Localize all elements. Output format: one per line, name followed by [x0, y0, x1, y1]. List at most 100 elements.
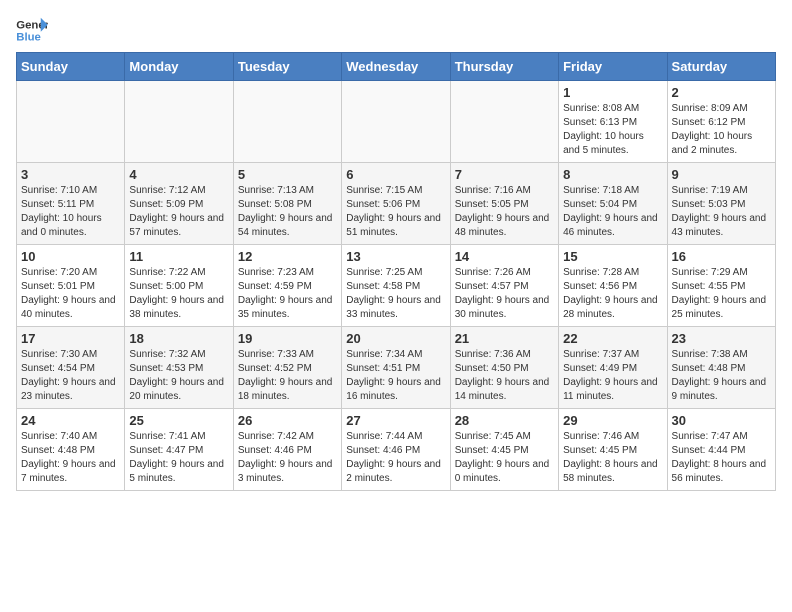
calendar-cell: 21 Sunrise: 7:36 AM Sunset: 4:50 PM Dayli… [450, 327, 558, 409]
day-info: Sunrise: 7:38 AM Sunset: 4:48 PM Dayligh… [672, 348, 771, 404]
column-header-thursday: Thursday [450, 53, 558, 81]
column-header-wednesday: Wednesday [342, 53, 450, 81]
day-info: Sunrise: 7:26 AM Sunset: 4:57 PM Dayligh… [455, 266, 554, 322]
day-number: 14 [455, 249, 554, 264]
day-info: Sunrise: 7:40 AM Sunset: 4:48 PM Dayligh… [21, 430, 120, 486]
day-info: Sunrise: 7:12 AM Sunset: 5:09 PM Dayligh… [129, 184, 228, 240]
day-info: Sunrise: 7:30 AM Sunset: 4:54 PM Dayligh… [21, 348, 120, 404]
calendar-cell: 28Sunrise: 7:45 AM Sunset: 4:45 PM Dayli… [450, 409, 558, 491]
calendar-cell: 7 Sunrise: 7:16 AM Sunset: 5:05 PM Daylig… [450, 163, 558, 245]
day-number: 25 [129, 413, 228, 428]
day-number: 9 [672, 167, 771, 182]
calendar-cell: 25 Sunrise: 7:41 AM Sunset: 4:47 PM Dayli… [125, 409, 233, 491]
calendar-cell: 6 Sunrise: 7:15 AM Sunset: 5:06 PM Daylig… [342, 163, 450, 245]
calendar-cell: 2Sunrise: 8:09 AM Sunset: 6:12 PM Daylig… [667, 81, 775, 163]
calendar-cell: 29 Sunrise: 7:46 AM Sunset: 4:45 PM Dayli… [559, 409, 667, 491]
calendar-cell: 13Sunrise: 7:25 AM Sunset: 4:58 PM Dayli… [342, 245, 450, 327]
day-number: 4 [129, 167, 228, 182]
day-number: 23 [672, 331, 771, 346]
day-number: 24 [21, 413, 120, 428]
day-number: 20 [346, 331, 445, 346]
day-number: 3 [21, 167, 120, 182]
calendar-cell: 5 Sunrise: 7:13 AM Sunset: 5:08 PM Daylig… [233, 163, 341, 245]
day-info: Sunrise: 7:20 AM Sunset: 5:01 PM Dayligh… [21, 266, 120, 322]
header: General Blue [16, 16, 776, 44]
day-info: Sunrise: 7:10 AM Sunset: 5:11 PM Dayligh… [21, 184, 120, 240]
day-number: 12 [238, 249, 337, 264]
calendar-cell: 1Sunrise: 8:08 AM Sunset: 6:13 PM Daylig… [559, 81, 667, 163]
day-number: 22 [563, 331, 662, 346]
calendar-row-4: 24 Sunrise: 7:40 AM Sunset: 4:48 PM Dayli… [17, 409, 776, 491]
day-info: Sunrise: 7:13 AM Sunset: 5:08 PM Dayligh… [238, 184, 337, 240]
day-info: Sunrise: 7:28 AM Sunset: 4:56 PM Dayligh… [563, 266, 662, 322]
day-info: Sunrise: 7:23 AM Sunset: 4:59 PM Dayligh… [238, 266, 337, 322]
column-header-friday: Friday [559, 53, 667, 81]
svg-text:Blue: Blue [16, 32, 41, 44]
day-info: Sunrise: 7:18 AM Sunset: 5:04 PM Dayligh… [563, 184, 662, 240]
day-info: Sunrise: 8:09 AM Sunset: 6:12 PM Dayligh… [672, 102, 771, 158]
day-info: Sunrise: 7:15 AM Sunset: 5:06 PM Dayligh… [346, 184, 445, 240]
column-header-saturday: Saturday [667, 53, 775, 81]
calendar-cell: 12 Sunrise: 7:23 AM Sunset: 4:59 PM Dayli… [233, 245, 341, 327]
day-number: 7 [455, 167, 554, 182]
calendar-table: SundayMondayTuesdayWednesdayThursdayFrid… [16, 52, 776, 491]
day-info: Sunrise: 7:22 AM Sunset: 5:00 PM Dayligh… [129, 266, 228, 322]
calendar-cell: 19 Sunrise: 7:33 AM Sunset: 4:52 PM Dayli… [233, 327, 341, 409]
day-info: Sunrise: 7:29 AM Sunset: 4:55 PM Dayligh… [672, 266, 771, 322]
day-number: 21 [455, 331, 554, 346]
day-number: 5 [238, 167, 337, 182]
calendar-cell [17, 81, 125, 163]
calendar-cell: 26Sunrise: 7:42 AM Sunset: 4:46 PM Dayli… [233, 409, 341, 491]
day-number: 17 [21, 331, 120, 346]
calendar-row-0: 1Sunrise: 8:08 AM Sunset: 6:13 PM Daylig… [17, 81, 776, 163]
calendar-cell: 8 Sunrise: 7:18 AM Sunset: 5:04 PM Daylig… [559, 163, 667, 245]
day-info: Sunrise: 7:33 AM Sunset: 4:52 PM Dayligh… [238, 348, 337, 404]
calendar-cell: 3 Sunrise: 7:10 AM Sunset: 5:11 PM Daylig… [17, 163, 125, 245]
day-info: Sunrise: 7:25 AM Sunset: 4:58 PM Dayligh… [346, 266, 445, 322]
day-number: 15 [563, 249, 662, 264]
calendar-cell: 23 Sunrise: 7:38 AM Sunset: 4:48 PM Dayli… [667, 327, 775, 409]
day-number: 30 [672, 413, 771, 428]
calendar-cell: 11Sunrise: 7:22 AM Sunset: 5:00 PM Dayli… [125, 245, 233, 327]
calendar-cell: 22 Sunrise: 7:37 AM Sunset: 4:49 PM Dayli… [559, 327, 667, 409]
calendar-cell: 10 Sunrise: 7:20 AM Sunset: 5:01 PM Dayli… [17, 245, 125, 327]
day-info: Sunrise: 7:41 AM Sunset: 4:47 PM Dayligh… [129, 430, 228, 486]
day-number: 27 [346, 413, 445, 428]
day-info: Sunrise: 7:32 AM Sunset: 4:53 PM Dayligh… [129, 348, 228, 404]
calendar-row-2: 10 Sunrise: 7:20 AM Sunset: 5:01 PM Dayli… [17, 245, 776, 327]
calendar-row-3: 17 Sunrise: 7:30 AM Sunset: 4:54 PM Dayli… [17, 327, 776, 409]
calendar-cell: 20 Sunrise: 7:34 AM Sunset: 4:51 PM Dayli… [342, 327, 450, 409]
logo-icon: General Blue [16, 16, 48, 44]
column-header-sunday: Sunday [17, 53, 125, 81]
calendar-cell: 24 Sunrise: 7:40 AM Sunset: 4:48 PM Dayli… [17, 409, 125, 491]
calendar-cell: 4 Sunrise: 7:12 AM Sunset: 5:09 PM Daylig… [125, 163, 233, 245]
day-number: 29 [563, 413, 662, 428]
day-number: 8 [563, 167, 662, 182]
day-info: Sunrise: 7:44 AM Sunset: 4:46 PM Dayligh… [346, 430, 445, 486]
column-header-monday: Monday [125, 53, 233, 81]
calendar-cell [450, 81, 558, 163]
day-info: Sunrise: 8:08 AM Sunset: 6:13 PM Dayligh… [563, 102, 662, 158]
day-number: 19 [238, 331, 337, 346]
calendar-cell: 14 Sunrise: 7:26 AM Sunset: 4:57 PM Dayli… [450, 245, 558, 327]
calendar-header-row: SundayMondayTuesdayWednesdayThursdayFrid… [17, 53, 776, 81]
day-number: 18 [129, 331, 228, 346]
day-info: Sunrise: 7:47 AM Sunset: 4:44 PM Dayligh… [672, 430, 771, 486]
day-number: 10 [21, 249, 120, 264]
day-info: Sunrise: 7:37 AM Sunset: 4:49 PM Dayligh… [563, 348, 662, 404]
calendar-cell [233, 81, 341, 163]
day-info: Sunrise: 7:46 AM Sunset: 4:45 PM Dayligh… [563, 430, 662, 486]
column-header-tuesday: Tuesday [233, 53, 341, 81]
logo: General Blue [16, 16, 48, 44]
calendar-cell: 16Sunrise: 7:29 AM Sunset: 4:55 PM Dayli… [667, 245, 775, 327]
day-info: Sunrise: 7:16 AM Sunset: 5:05 PM Dayligh… [455, 184, 554, 240]
calendar-cell [125, 81, 233, 163]
day-info: Sunrise: 7:19 AM Sunset: 5:03 PM Dayligh… [672, 184, 771, 240]
day-info: Sunrise: 7:36 AM Sunset: 4:50 PM Dayligh… [455, 348, 554, 404]
day-info: Sunrise: 7:34 AM Sunset: 4:51 PM Dayligh… [346, 348, 445, 404]
calendar-cell: 18 Sunrise: 7:32 AM Sunset: 4:53 PM Dayli… [125, 327, 233, 409]
day-number: 6 [346, 167, 445, 182]
day-info: Sunrise: 7:45 AM Sunset: 4:45 PM Dayligh… [455, 430, 554, 486]
calendar-cell: 30 Sunrise: 7:47 AM Sunset: 4:44 PM Dayli… [667, 409, 775, 491]
day-number: 26 [238, 413, 337, 428]
